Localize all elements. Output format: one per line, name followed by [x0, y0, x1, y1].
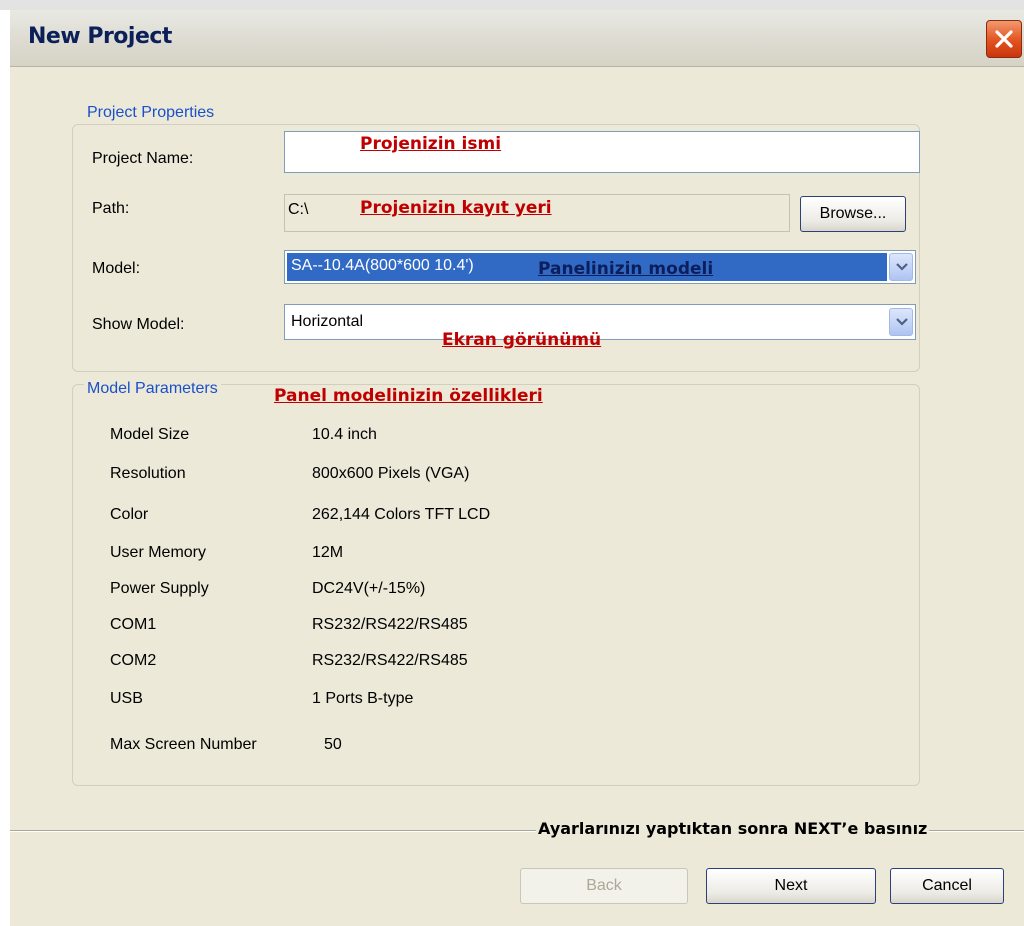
param-name: COM1	[110, 616, 157, 633]
param-name: Power Supply	[110, 580, 209, 597]
background-window-strip	[0, 0, 1024, 10]
param-value: DC24V(+/-15%)	[312, 580, 426, 597]
param-value: 800x600 Pixels (VGA)	[312, 465, 470, 482]
footer-annotation: Ayarlarınızı yaptıktan sonra NEXT’e bası…	[536, 819, 930, 838]
param-name: Max Screen Number	[110, 736, 257, 753]
param-value: 1 Ports B-type	[312, 690, 414, 707]
model-parameters-legend: Model Parameters	[84, 380, 221, 398]
param-name: COM2	[110, 652, 157, 669]
param-name: User Memory	[110, 544, 207, 561]
param-value: RS232/RS422/RS485	[312, 652, 468, 669]
param-value: 12M	[312, 544, 344, 561]
dialog-title: New Project	[28, 24, 172, 49]
close-button[interactable]	[986, 20, 1022, 58]
path-annotation: Projenizin kayıt yeri	[360, 198, 552, 218]
model-label: Model:	[92, 260, 141, 277]
parameters-annotation: Panel modelinizin özellikleri	[274, 386, 543, 406]
back-button[interactable]: Back	[520, 868, 688, 904]
new-project-dialog: New Project Project Properties Project N…	[10, 10, 1024, 926]
close-icon	[995, 30, 1013, 48]
path-label: Path:	[92, 200, 130, 217]
chevron-down-icon	[896, 318, 908, 326]
show-model-label: Show Model:	[92, 316, 185, 333]
param-value: 262,144 Colors TFT LCD	[312, 506, 491, 523]
project-name-label: Project Name:	[92, 150, 194, 167]
cancel-button[interactable]: Cancel	[890, 868, 1004, 904]
title-bar[interactable]: New Project	[10, 10, 1024, 67]
path-value: C:\	[288, 201, 309, 218]
model-dropdown-arrow[interactable]	[889, 253, 913, 281]
model-annotation: Panelinizin modeli	[538, 259, 714, 279]
param-name: Color	[110, 506, 149, 523]
param-value: 50	[324, 736, 342, 753]
show-model-value: Horizontal	[291, 313, 364, 330]
browse-button[interactable]: Browse...	[800, 196, 906, 232]
project-properties-legend: Project Properties	[84, 104, 218, 122]
show-model-dropdown-arrow[interactable]	[889, 308, 913, 336]
param-name: USB	[110, 690, 143, 707]
param-name: Resolution	[110, 465, 186, 482]
param-value: RS232/RS422/RS485	[312, 616, 468, 633]
param-value: 10.4 inch	[312, 426, 377, 443]
project-name-annotation: Projenizin ismi	[360, 134, 502, 154]
model-value: SA--10.4A(800*600 10.4')	[291, 257, 474, 274]
show-model-annotation: Ekran görünümü	[442, 330, 602, 350]
chevron-down-icon	[896, 263, 908, 271]
next-button[interactable]: Next	[706, 868, 876, 904]
param-name: Model Size	[110, 426, 190, 443]
